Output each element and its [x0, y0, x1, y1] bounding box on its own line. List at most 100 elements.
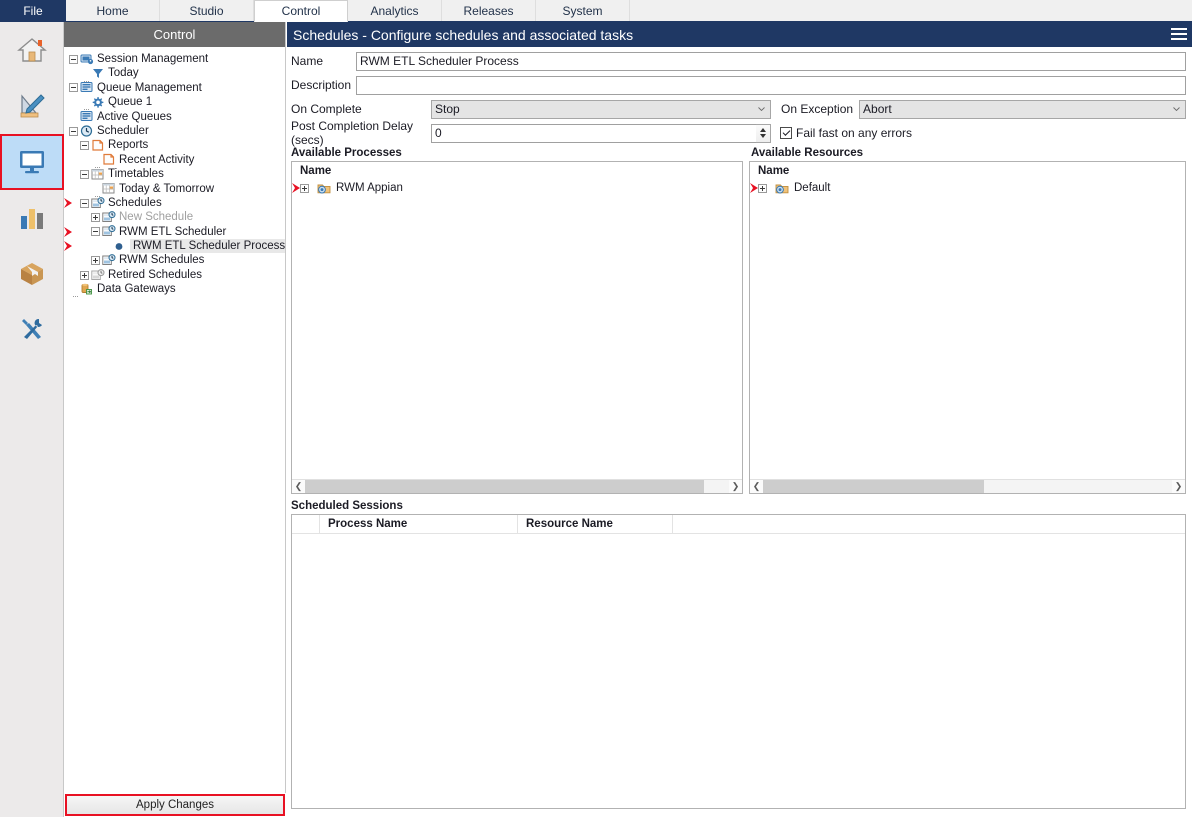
- tree-item[interactable]: Reports: [64, 138, 285, 152]
- resources-hscrollbar[interactable]: ❮ ❯: [750, 479, 1185, 493]
- tree-collapse-toggle[interactable]: [69, 83, 78, 93]
- tree-item[interactable]: Queue Management: [64, 81, 285, 95]
- ribbon-tabs: Home Studio Control Analytics Releases System: [66, 0, 630, 22]
- processes-hscrollbar[interactable]: ❮ ❯: [292, 479, 742, 493]
- rail-item-studio[interactable]: [0, 78, 64, 134]
- scroll-right-icon-2[interactable]: ❯: [1172, 480, 1185, 493]
- tree-item[interactable]: Retired Schedules: [64, 268, 285, 282]
- sessions-column-label: Resource Name: [526, 518, 613, 530]
- on-complete-select[interactable]: Stop: [431, 99, 771, 119]
- tree-collapse-toggle[interactable]: [80, 198, 89, 208]
- clock-icon: [80, 125, 94, 138]
- rail-item-analytics[interactable]: [0, 190, 64, 246]
- tree-item-label: RWM ETL Scheduler Process: [130, 239, 285, 254]
- tree-collapse-toggle[interactable]: [80, 141, 89, 151]
- rail-item-control[interactable]: [0, 134, 64, 190]
- resources-scroll-thumb[interactable]: [763, 480, 984, 493]
- tree-item[interactable]: RWM ETL Scheduler: [64, 225, 285, 239]
- report-icon: [91, 139, 105, 152]
- icon-rail: [0, 22, 64, 817]
- hamburger-icon[interactable]: [1171, 28, 1187, 41]
- list-expand-toggle[interactable]: [758, 183, 767, 193]
- tree-item[interactable]: Session Management: [64, 52, 285, 66]
- tree-item[interactable]: Today & Tomorrow: [64, 182, 285, 197]
- list-group-labels: Available Processes Available Resources: [291, 147, 1186, 159]
- tree-expand-toggle[interactable]: [91, 256, 100, 266]
- tab-releases[interactable]: Releases: [442, 0, 536, 21]
- queue-icon: [80, 81, 94, 94]
- post-delay-stepper[interactable]: [756, 123, 771, 143]
- tree-item[interactable]: Schedules: [64, 196, 285, 210]
- tree-item-label: Queue 1: [108, 96, 153, 109]
- list-expand-toggle[interactable]: [300, 183, 309, 193]
- schedule-icon: [102, 211, 116, 224]
- process-list-item[interactable]: RWM Appian: [292, 180, 742, 196]
- available-processes-list[interactable]: Name RWM Appian ❮ ❯: [291, 161, 743, 494]
- tree-item[interactable]: RWM ETL Scheduler Process: [64, 239, 285, 254]
- tree-item-label: Scheduler: [97, 124, 149, 137]
- tab-label: Releases: [463, 3, 514, 18]
- tab-studio[interactable]: Studio: [160, 0, 254, 21]
- processes-scroll-thumb[interactable]: [305, 480, 704, 493]
- filter-icon: [91, 67, 105, 80]
- tab-analytics[interactable]: Analytics: [348, 0, 442, 21]
- sessions-column-header[interactable]: Resource Name: [518, 515, 673, 533]
- tree-collapse-toggle[interactable]: [69, 54, 78, 64]
- tree-item[interactable]: Recent Activity: [64, 153, 285, 168]
- processes-scroll-track[interactable]: [305, 480, 729, 493]
- scroll-left-icon-2[interactable]: ❮: [750, 480, 763, 493]
- sessions-column-label: Process Name: [328, 518, 408, 530]
- home-icon: [17, 36, 47, 64]
- processes-column-header: Name: [292, 162, 742, 180]
- rail-item-releases[interactable]: [0, 246, 64, 302]
- resource-list-item[interactable]: Default: [750, 180, 1185, 196]
- tree-collapse-toggle[interactable]: [91, 227, 100, 237]
- fail-fast-checkbox[interactable]: Fail fast on any errors: [780, 126, 912, 140]
- on-exception-value: Abort: [863, 102, 892, 116]
- tree-marker-arrow-icon: [64, 241, 72, 252]
- sessions-column-header[interactable]: Process Name: [320, 515, 518, 533]
- rail-item-system[interactable]: [0, 302, 64, 358]
- gateway-icon: [80, 283, 94, 296]
- tab-home[interactable]: Home: [66, 0, 160, 21]
- tree-item[interactable]: RWM Schedules: [64, 253, 285, 267]
- available-resources-label: Available Resources: [751, 147, 864, 159]
- description-label: Description: [291, 78, 352, 92]
- available-resources-list[interactable]: Name Default ❮ ❯: [749, 161, 1186, 494]
- releases-box-icon: [18, 261, 46, 287]
- tree-collapse-toggle[interactable]: [80, 169, 89, 179]
- resources-scroll-track[interactable]: [763, 480, 1172, 493]
- tree-item[interactable]: Active Queues: [64, 110, 285, 124]
- tree-item[interactable]: Queue 1: [64, 95, 285, 111]
- row-description: Description: [291, 75, 1186, 95]
- tab-label: Control: [281, 4, 321, 18]
- tree-item-label: Data Gateways: [97, 283, 176, 296]
- tab-system[interactable]: System: [536, 0, 630, 21]
- scheduled-sessions-table[interactable]: Process Name Resource Name: [291, 514, 1186, 809]
- tab-file[interactable]: File: [0, 0, 66, 21]
- rail-item-home[interactable]: [0, 22, 64, 78]
- tree-item[interactable]: Today: [64, 66, 285, 82]
- tree-collapse-toggle[interactable]: [69, 126, 78, 136]
- navigation-tree[interactable]: Session Management Today Queue Management Q…: [64, 47, 285, 789]
- tree-item-label: Retired Schedules: [108, 268, 202, 281]
- scroll-left-icon[interactable]: ❮: [292, 480, 305, 493]
- post-delay-input[interactable]: [431, 123, 756, 143]
- stepper-up-icon[interactable]: [760, 128, 766, 132]
- on-exception-select[interactable]: Abort: [859, 99, 1186, 119]
- scheduled-sessions-label: Scheduled Sessions: [291, 500, 403, 512]
- scroll-right-icon[interactable]: ❯: [729, 480, 742, 493]
- stepper-down-icon[interactable]: [760, 134, 766, 138]
- tree-item[interactable]: Scheduler: [64, 124, 285, 138]
- tree-item[interactable]: Data Gateways: [64, 282, 285, 298]
- tree-item[interactable]: New Schedule: [64, 210, 285, 224]
- description-input[interactable]: [356, 75, 1186, 95]
- name-input[interactable]: [356, 51, 1186, 71]
- tree-expand-toggle[interactable]: [80, 270, 89, 280]
- tree-item[interactable]: Timetables: [64, 167, 285, 181]
- tab-control[interactable]: Control: [254, 0, 348, 22]
- check-icon: [780, 127, 792, 139]
- tree-expand-toggle[interactable]: [91, 212, 100, 222]
- tree-item-label: New Schedule: [119, 211, 194, 224]
- apply-changes-button[interactable]: Apply Changes: [65, 794, 285, 816]
